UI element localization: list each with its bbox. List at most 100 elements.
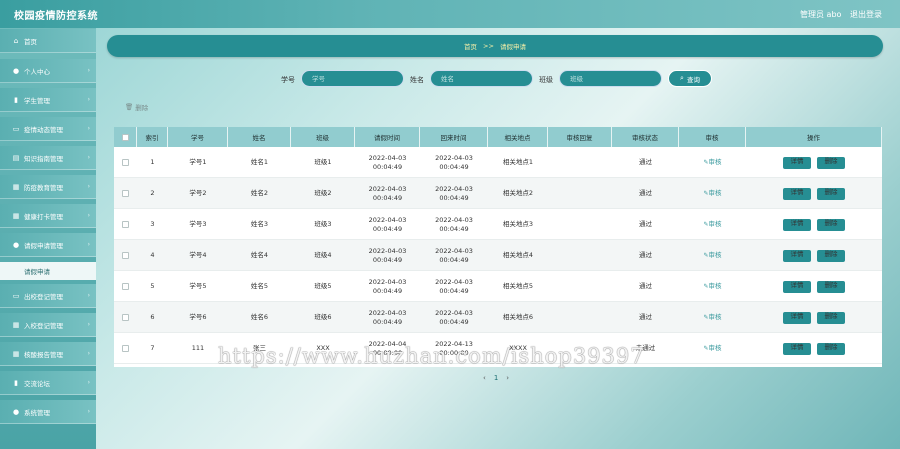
doc-icon: ▤	[12, 153, 20, 162]
sidebar-item-10[interactable]: ▦ 核酸报告管理 ›	[0, 342, 96, 366]
row-checkbox[interactable]	[114, 147, 137, 178]
sidebar-item-label: 出校登记管理	[24, 292, 63, 301]
delete-button[interactable]: 删除	[817, 342, 845, 355]
cell-leave-text: 2022-04-03 00:04:49	[368, 246, 407, 264]
cell-status: 通过	[612, 178, 679, 209]
sidebar-item-2[interactable]: ▮ 学生管理 ›	[0, 88, 96, 112]
cell-name: 姓名3	[228, 209, 291, 240]
cell-idx: 5	[137, 271, 168, 302]
cell-name: 姓名2	[228, 178, 291, 209]
cell-status-text: 通过	[639, 251, 652, 259]
cell-audit[interactable]: ✎ 审核	[679, 178, 746, 209]
cell-audit[interactable]: ✎ 审核	[679, 302, 746, 333]
cell-idx-text: 6	[150, 313, 155, 321]
detail-button[interactable]: 详情	[783, 280, 811, 293]
sidebar-item-1[interactable]: ● 个人中心 ›	[0, 59, 96, 83]
checkbox-icon	[122, 159, 129, 166]
cell-leave: 2022-04-03 00:04:49	[355, 178, 420, 209]
row-checkbox[interactable]	[114, 333, 137, 364]
cell-cls: 班级5	[291, 271, 355, 302]
cell-audit[interactable]: ✎ 审核	[679, 333, 746, 364]
cell-name-text: 姓名3	[250, 220, 269, 228]
class-input[interactable]	[559, 70, 662, 87]
sidebar-item-4[interactable]: ▤ 知识指南管理 ›	[0, 146, 96, 170]
name-input[interactable]	[430, 70, 533, 87]
sidebar-subitem-label: 请假申请	[24, 268, 50, 276]
detail-button[interactable]: 详情	[783, 218, 811, 231]
row-checkbox[interactable]	[114, 271, 137, 302]
cell-leave-text: 2022-04-03 00:04:49	[368, 308, 407, 326]
sidebar-subitem-leave-request[interactable]: 请假申请	[0, 262, 96, 280]
sidebar-item-3[interactable]: ▭ 疫情动态管理 ›	[0, 117, 96, 141]
sidebar-item-11[interactable]: ▮ 交流论坛 ›	[0, 371, 96, 395]
cell-place: 相关地点2	[488, 178, 548, 209]
cell-audit-text: 审核	[708, 313, 722, 321]
cell-idx: 2	[137, 178, 168, 209]
sidebar-item-12[interactable]: ● 系统管理 ›	[0, 400, 96, 424]
delete-button[interactable]: 删除	[817, 156, 845, 169]
grid-icon: ▦	[12, 320, 20, 329]
row-checkbox[interactable]	[114, 178, 137, 209]
column-header: 审核	[679, 127, 746, 147]
cell-cls-text: 班级1	[314, 158, 332, 166]
cell-audit[interactable]: ✎ 审核	[679, 209, 746, 240]
detail-button[interactable]: 详情	[783, 311, 811, 324]
chevron-icon: ›	[87, 292, 90, 299]
cell-name-text: 姓名5	[250, 282, 269, 290]
column-header: 请假时间	[355, 127, 420, 147]
app-title: 校园疫情防控系统	[14, 11, 98, 22]
cell-audit-text: 审核	[708, 158, 722, 166]
pagination: ‹ 1 ›	[483, 374, 509, 382]
detail-button[interactable]: 详情	[783, 249, 811, 262]
column-header: 审核状态	[612, 127, 679, 147]
cell-back-text: 2022-04-03 00:04:49	[435, 215, 473, 233]
chevron-icon: ›	[87, 183, 90, 190]
cell-back-text: 2022-04-03 00:04:49	[435, 153, 473, 171]
cell-cls-text: 班级6	[314, 313, 332, 321]
checkbox-icon	[122, 283, 129, 290]
cell-audit-text: 审核	[708, 220, 722, 228]
sidebar-item-5[interactable]: ▦ 防疫教育管理 ›	[0, 175, 96, 199]
detail-button[interactable]: 详情	[783, 342, 811, 355]
cell-back: 2022-04-03 00:04:49	[420, 240, 488, 271]
sidebar-item-8[interactable]: ▭ 出校登记管理 ›	[0, 284, 96, 308]
delete-button[interactable]: 删除	[817, 311, 845, 324]
detail-button[interactable]: 详情	[783, 156, 811, 169]
breadcrumb-home[interactable]: 首页	[464, 41, 477, 51]
cell-status-text: 通过	[639, 282, 652, 290]
current-page[interactable]: 1	[494, 374, 498, 382]
sidebar-item-7[interactable]: ● 请假申请管理 ›	[0, 233, 96, 257]
cell-status: 通过	[612, 209, 679, 240]
cell-no-text: 学号1	[189, 158, 207, 166]
query-button[interactable]: ⌕ 查询	[668, 70, 712, 87]
sidebar-item-0[interactable]: ⌂ 首页	[0, 29, 96, 53]
chart-icon: ▮	[14, 95, 18, 104]
cell-name: 姓名5	[228, 271, 291, 302]
row-checkbox[interactable]	[114, 209, 137, 240]
sidebar-item-9[interactable]: ▦ 入校登记管理 ›	[0, 313, 96, 337]
cell-audit[interactable]: ✎ 审核	[679, 271, 746, 302]
name-label: 姓名	[410, 76, 424, 84]
delete-button[interactable]: 删除	[817, 249, 845, 262]
cell-back-text: 2022-04-03 00:04:49	[435, 277, 473, 295]
sidebar-item-6[interactable]: ▦ 健康打卡管理 ›	[0, 204, 96, 228]
cell-no-text: 学号3	[189, 220, 207, 228]
delete-button[interactable]: 删除	[817, 187, 845, 200]
logout-link[interactable]: 退出登录	[850, 9, 882, 20]
row-checkbox[interactable]	[114, 302, 137, 333]
delete-button[interactable]: 删除	[817, 218, 845, 231]
row-checkbox[interactable]	[114, 240, 137, 271]
cell-audit[interactable]: ✎ 审核	[679, 240, 746, 271]
cell-audit[interactable]: ✎ 审核	[679, 147, 746, 178]
student-no-input[interactable]	[301, 70, 404, 87]
cell-leave-text: 2022-04-03 00:04:49	[368, 277, 407, 295]
batch-delete-button[interactable]: 🗑 删除	[125, 102, 148, 112]
select-all-checkbox[interactable]	[114, 127, 137, 147]
cell-status-text: 通过	[639, 189, 652, 197]
delete-button[interactable]: 删除	[817, 280, 845, 293]
detail-button[interactable]: 详情	[783, 187, 811, 200]
sidebar-item-label: 学生管理	[24, 96, 50, 105]
next-page-button[interactable]: ›	[506, 374, 509, 382]
column-header-label: 相关地点	[504, 134, 531, 142]
prev-page-button[interactable]: ‹	[483, 374, 486, 382]
